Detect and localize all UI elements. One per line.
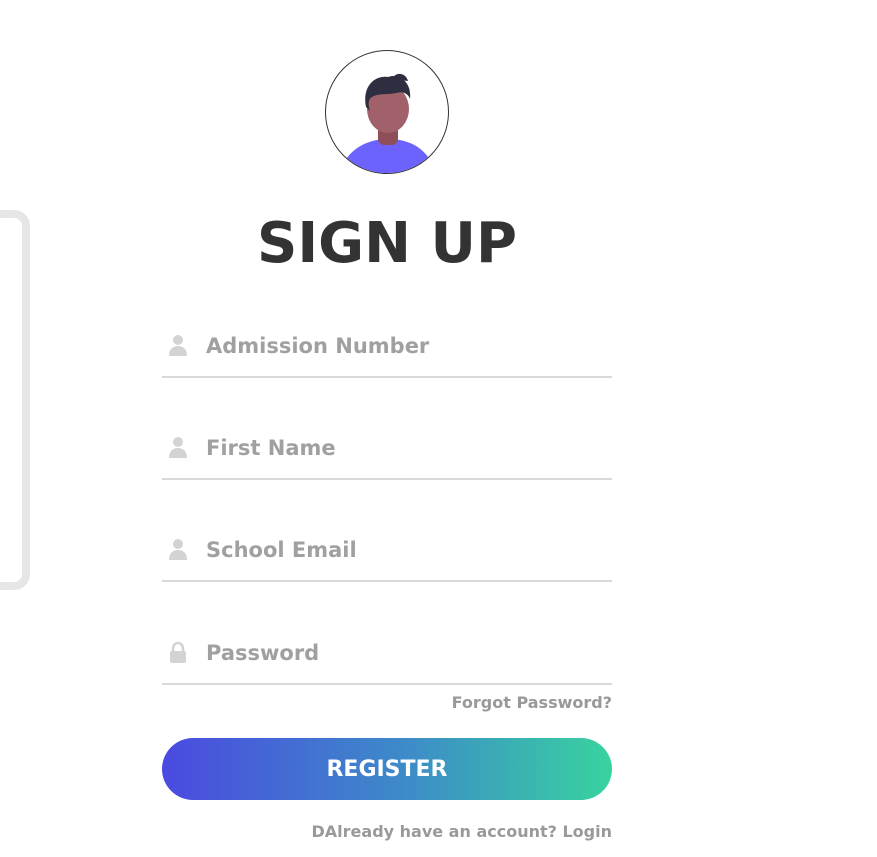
first-name-input[interactable]	[206, 430, 596, 466]
avatar-illustration	[340, 73, 436, 173]
user-icon	[169, 437, 187, 458]
password-field	[162, 625, 612, 685]
user-icon	[169, 335, 187, 356]
admission-number-field	[162, 318, 612, 378]
school-email-field	[162, 522, 612, 582]
side-panel	[0, 210, 30, 590]
page-title: SIGN UP	[256, 211, 517, 276]
lock-icon	[170, 641, 186, 663]
login-link[interactable]: Login	[562, 822, 612, 841]
login-prompt: DAlready have an account? Login	[312, 822, 613, 841]
login-prompt-text: DAlready have an account?	[311, 822, 563, 841]
user-icon	[169, 539, 187, 560]
school-email-input[interactable]	[206, 532, 596, 568]
forgot-password-link[interactable]: Forgot Password?	[452, 693, 612, 712]
admission-number-input[interactable]	[206, 328, 596, 364]
avatar	[325, 50, 449, 174]
password-input[interactable]	[206, 635, 596, 671]
first-name-field	[162, 420, 612, 480]
register-button[interactable]: REGISTER	[162, 738, 612, 800]
signup-page: SIGN UP Forgot Password? REGISTER DAlrea…	[0, 0, 877, 857]
